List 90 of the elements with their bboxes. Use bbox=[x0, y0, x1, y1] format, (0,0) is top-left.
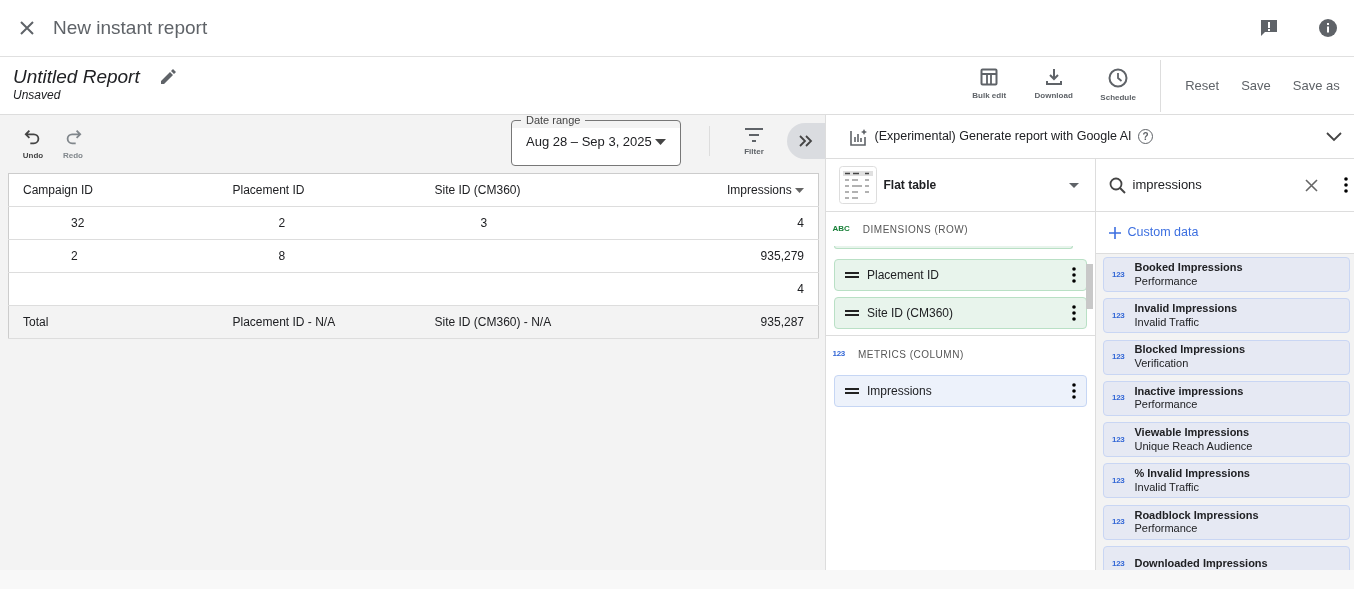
field-name: Blocked Impressions bbox=[1134, 343, 1246, 358]
table-action-button[interactable]: Bulk edit bbox=[960, 67, 1019, 104]
more-options-icon[interactable] bbox=[1072, 383, 1076, 400]
table-cell: 3 bbox=[480, 216, 488, 230]
date-range-value: Aug 28 – Sep 3, 2025 bbox=[526, 133, 652, 152]
total-cell: Site ID (CM360) - N/A bbox=[434, 315, 552, 329]
header-button[interactable]: Save as bbox=[1281, 75, 1351, 96]
clock-action-button[interactable]: Schedule bbox=[1089, 67, 1148, 104]
collapse-button[interactable] bbox=[787, 123, 825, 159]
date-range-field[interactable]: Date range Aug 28 – Sep 3, 2025 bbox=[511, 115, 681, 166]
field-name: Booked Impressions bbox=[1134, 260, 1243, 275]
undo-button[interactable]: Undo bbox=[13, 128, 53, 162]
column-header[interactable]: Site ID (CM360) bbox=[420, 173, 621, 207]
header-button[interactable]: Reset bbox=[1174, 75, 1231, 96]
field-category: Verification bbox=[1134, 357, 1190, 371]
more-options-icon[interactable] bbox=[1343, 177, 1348, 193]
metric-chip[interactable]: Impressions bbox=[834, 375, 1087, 408]
total-cell: Total bbox=[23, 315, 49, 329]
filter-icon bbox=[745, 128, 763, 142]
more-options-icon[interactable] bbox=[1072, 267, 1076, 283]
number-type-icon: 123 bbox=[832, 348, 845, 360]
number-type-icon: 123 bbox=[1112, 558, 1125, 569]
field-category: Performance bbox=[1134, 274, 1199, 289]
number-type-icon: 123 bbox=[1112, 476, 1125, 486]
field-category: Unique Reach Audience bbox=[1134, 439, 1253, 454]
feedback-icon[interactable] bbox=[1258, 18, 1279, 38]
table-cell: 935,279 bbox=[760, 249, 804, 263]
number-type-icon: 123 bbox=[1112, 517, 1125, 528]
window-title: New instant report bbox=[53, 15, 208, 40]
table-cell: 4 bbox=[797, 282, 804, 296]
field-category: Performance bbox=[1134, 522, 1199, 537]
table-cell: 4 bbox=[797, 216, 804, 230]
field-category: Invalid Traffic bbox=[1134, 481, 1201, 495]
dropdown-arrow-icon bbox=[1068, 182, 1079, 188]
report-title: Untitled Report bbox=[13, 67, 140, 86]
drag-handle-icon[interactable] bbox=[845, 388, 859, 395]
column-header[interactable]: Placement ID bbox=[218, 173, 421, 207]
column-header[interactable]: Impressions bbox=[620, 173, 819, 207]
number-type-icon: 123 bbox=[1112, 434, 1125, 445]
dimension-chip[interactable]: Site ID (CM360) bbox=[834, 297, 1087, 329]
dimension-chip[interactable]: Placement ID bbox=[834, 259, 1087, 291]
pencil-icon[interactable] bbox=[159, 67, 178, 86]
field-category: Invalid Traffic bbox=[1134, 315, 1201, 330]
more-options-icon[interactable] bbox=[1072, 305, 1076, 321]
field-name: Inactive impressions bbox=[1134, 384, 1244, 399]
chart-type-dropdown[interactable]: Flat table bbox=[826, 159, 1095, 212]
plus-icon bbox=[1109, 226, 1121, 239]
ai-generate-label: (Experimental) Generate report with Google AI bbox=[874, 128, 1132, 146]
text-type-icon: ABC bbox=[832, 223, 850, 235]
metrics-label: METRICS (COLUMN) bbox=[857, 347, 964, 362]
custom-data-button[interactable]: Custom data bbox=[1109, 223, 1199, 242]
table-cell: 2 bbox=[71, 249, 78, 263]
field-name: Roadblock Impressions bbox=[1134, 508, 1259, 523]
number-type-icon: 123 bbox=[1112, 393, 1125, 404]
table-cell: 32 bbox=[71, 216, 85, 230]
header-button[interactable]: Save bbox=[1230, 75, 1282, 96]
field-category: Performance bbox=[1134, 398, 1199, 413]
table-cell: 8 bbox=[278, 249, 286, 263]
search-icon bbox=[1109, 176, 1126, 194]
table-thumbnail-icon bbox=[839, 166, 877, 204]
clock-icon bbox=[1108, 67, 1129, 88]
number-type-icon: 123 bbox=[1112, 352, 1125, 363]
number-type-icon: 123 bbox=[1112, 269, 1125, 280]
total-cell: Placement ID - N/A bbox=[232, 315, 336, 329]
double-chevron-icon bbox=[799, 135, 813, 147]
save-status: Unsaved bbox=[13, 87, 62, 104]
sort-arrow-icon bbox=[795, 188, 804, 194]
dimensions-label: DIMENSIONS (ROW) bbox=[862, 222, 969, 237]
field-name: % Invalid Impressions bbox=[1134, 467, 1250, 481]
drag-handle-icon[interactable] bbox=[845, 310, 859, 316]
scrollbar-thumb[interactable] bbox=[1086, 264, 1093, 309]
dropdown-arrow-icon bbox=[655, 139, 666, 145]
chevron-icon[interactable] bbox=[1326, 131, 1342, 142]
column-header[interactable]: Campaign ID bbox=[8, 173, 219, 207]
filter-button[interactable]: Filter bbox=[734, 128, 774, 158]
number-type-icon: 123 bbox=[1112, 310, 1125, 321]
total-cell: 935,287 bbox=[760, 315, 804, 329]
field-name: Viewable Impressions bbox=[1134, 425, 1251, 440]
clear-icon[interactable] bbox=[1304, 178, 1318, 192]
table-cell: 2 bbox=[278, 216, 286, 230]
drag-handle-icon[interactable] bbox=[845, 272, 859, 278]
close-icon[interactable] bbox=[19, 21, 34, 35]
download-action-button[interactable]: Download bbox=[1024, 67, 1083, 104]
field-name: Invalid Impressions bbox=[1134, 302, 1238, 316]
field-name: Downloaded Impressions bbox=[1134, 556, 1268, 570]
field-result-item[interactable]: 123 Downloaded Impressions bbox=[1103, 546, 1350, 570]
info-icon[interactable] bbox=[1317, 18, 1338, 38]
download-icon bbox=[1044, 67, 1063, 86]
table-icon bbox=[980, 67, 999, 86]
chart-sparkle-icon bbox=[850, 127, 868, 146]
